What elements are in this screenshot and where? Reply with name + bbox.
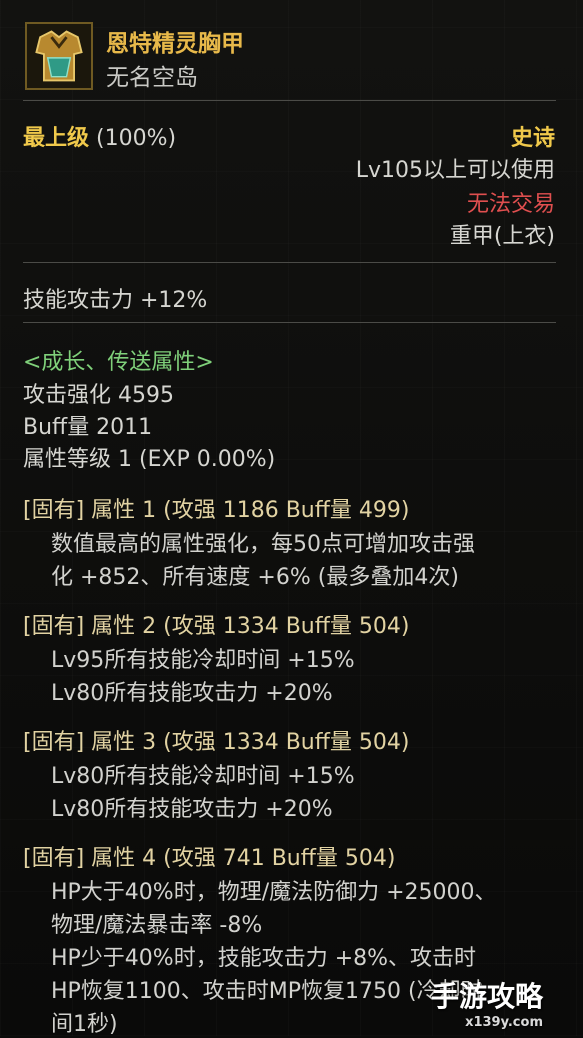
growth-title: <成长、传送属性> [23,350,214,375]
attribute-line: Lv80所有技能冷却时间 +15% [51,764,355,789]
site-watermark: 手游攻略 x139y.com [431,975,543,1030]
divider [23,322,556,323]
grade-label: 最上级 [23,126,90,151]
attribute-line: HP大于40%时，物理/魔法防御力 +25000、 [51,880,497,905]
attribute-line: 化 +852、所有速度 +6% (最多叠加4次) [51,565,459,590]
attribute-header: [固有] 属性 1 (攻强 1186 Buff量 499) [23,498,410,523]
skill-attack-stat: 技能攻击力 +12% [23,288,208,313]
attribute-line: Lv80所有技能攻击力 +20% [51,681,333,706]
attribute-line: HP少于40%时，技能攻击力 +8%、攻击时 [51,946,477,971]
grade-row: 最上级 (100%) [23,120,176,152]
attribute-line: 数值最高的属性强化，每50点可增加攻击强 [51,532,475,557]
watermark-url: x139y.com [465,1015,543,1030]
chest-armor-icon [25,22,93,90]
attribute-header: [固有] 属性 4 (攻强 741 Buff量 504) [23,846,396,871]
attribute-line: HP恢复1100、攻击时MP恢复1750 (冷却时 [51,979,483,1004]
level-requirement: Lv105以上可以使用 [355,158,555,183]
item-name: 恩特精灵胸甲 [106,31,244,57]
growth-line: Buff量 2011 [23,415,153,440]
divider [23,100,556,101]
divider [23,262,556,263]
attribute-line: Lv95所有技能冷却时间 +15% [51,648,355,673]
attribute-line: Lv80所有技能攻击力 +20% [51,797,333,822]
grade-percent: (100%) [96,126,177,151]
growth-line: 属性等级 1 (EXP 0.00%) [23,447,276,472]
watermark-text: 手游攻略 [430,980,543,1013]
attribute-header: [固有] 属性 3 (攻强 1334 Buff量 504) [23,730,410,755]
attribute-line: 间1秒) [51,1012,118,1037]
rarity-label: 史诗 [510,126,555,151]
equipment-slot: 重甲(上衣) [449,224,555,249]
item-header: 恩特精灵胸甲 无名空岛 [0,0,583,100]
item-subtitle: 无名空岛 [106,65,198,91]
trade-status: 无法交易 [466,192,555,217]
growth-line: 攻击强化 4595 [23,383,174,408]
item-tooltip: 恩特精灵胸甲 无名空岛 最上级 (100%) 史诗 Lv105以上可以使用 无法… [0,0,583,1037]
attribute-header: [固有] 属性 2 (攻强 1334 Buff量 504) [23,614,410,639]
attribute-line: 物理/魔法暴击率 -8% [51,913,263,938]
